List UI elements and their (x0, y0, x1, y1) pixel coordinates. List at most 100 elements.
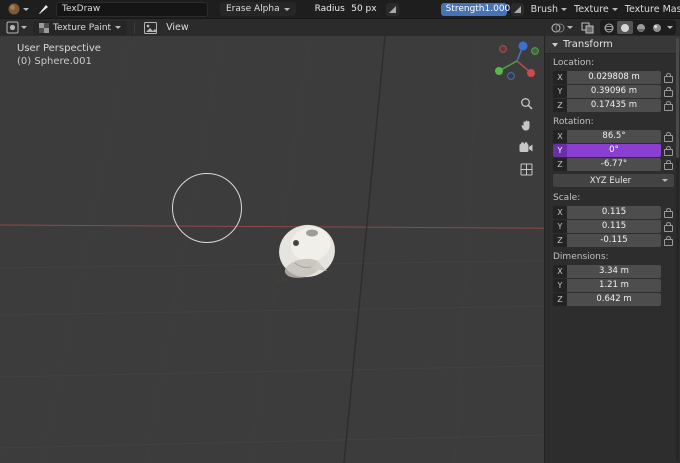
lock-toggle[interactable] (661, 86, 676, 97)
perspective-toggle-button[interactable] (518, 161, 534, 177)
camera-view-button[interactable] (518, 139, 534, 155)
value-field[interactable]: 0° (567, 144, 661, 157)
scale-x-row[interactable]: X 0.115 (553, 206, 676, 219)
location-y-row[interactable]: Y 0.39096 m (553, 85, 676, 98)
location-z-row[interactable]: Z 0.17435 m (553, 99, 676, 112)
axis-label: Z (553, 234, 567, 247)
scale-y-row[interactable]: Y 0.115 (553, 220, 676, 233)
camera-icon (519, 141, 533, 152)
panel-scrollbar[interactable] (676, 38, 679, 461)
divider (134, 21, 136, 34)
rotation-z-row[interactable]: Z -6.77° (553, 158, 676, 171)
brush-menu[interactable]: Brush (528, 1, 570, 17)
navigation-gizmo[interactable] (494, 36, 540, 82)
shading-wireframe-button[interactable] (601, 21, 617, 34)
lock-icon (664, 207, 673, 218)
viewport-controls (518, 95, 534, 177)
location-x-row[interactable]: X 0.029808 m (553, 71, 676, 84)
shading-rendered-button[interactable] (649, 21, 665, 34)
dimensions-y-row[interactable]: Y 1.21 m (553, 279, 661, 292)
texture-menu[interactable]: Texture (571, 1, 621, 17)
solid-sphere-icon (621, 23, 629, 32)
value-field[interactable]: 0.642 m (567, 293, 661, 306)
tool-name-input[interactable] (56, 1, 208, 17)
lock-icon (664, 86, 673, 97)
value-field[interactable]: 3.34 m (567, 265, 661, 278)
lock-toggle[interactable] (661, 131, 676, 142)
popover-menus: Brush Texture Texture Mask Stroke (528, 1, 680, 17)
lock-toggle[interactable] (661, 235, 676, 246)
image-slot-button[interactable] (142, 20, 159, 36)
value-field[interactable]: 0.115 (567, 220, 661, 233)
lock-toggle[interactable] (661, 159, 676, 170)
panel-collapse-icon (552, 42, 558, 47)
shading-solid-button[interactable] (617, 21, 633, 34)
chevron-down-icon (667, 26, 673, 29)
blend-mode-dropdown[interactable]: Erase Alpha (220, 2, 296, 16)
wireframe-sphere-icon (604, 23, 614, 32)
rotation-label: Rotation: (553, 117, 594, 127)
value-field[interactable]: 1.21 m (567, 279, 661, 292)
value-field[interactable]: 0.17435 m (567, 99, 661, 112)
lock-toggle[interactable] (661, 100, 676, 111)
gizmo-x-axis[interactable] (527, 69, 535, 77)
dimensions-z-row[interactable]: Z 0.642 m (553, 293, 661, 306)
zoom-button[interactable] (518, 95, 534, 111)
brush-tool-button[interactable] (35, 1, 52, 17)
dimensions-x-row[interactable]: X 3.34 m (553, 265, 661, 278)
gizmo-x-neg[interactable] (499, 45, 507, 53)
object-name-label: (0) Sphere.001 (17, 56, 92, 67)
rotation-y-row[interactable]: Y 0° (553, 144, 676, 157)
gizmo-y-neg[interactable] (531, 47, 539, 55)
n-panel: Transform Location: X 0.029808 m Y 0.390… (544, 36, 680, 463)
brush-preview-dropdown[interactable] (5, 1, 31, 17)
paint-brush-icon (39, 4, 48, 14)
radius-pressure-button[interactable] (385, 2, 399, 16)
grid-icon (520, 163, 532, 175)
shading-material-button[interactable] (633, 21, 649, 34)
value-field[interactable]: 86.5° (567, 130, 661, 143)
gizmo-y-axis[interactable] (495, 67, 503, 75)
lock-toggle[interactable] (661, 145, 676, 156)
texture-mask-menu[interactable]: Texture Mask (622, 1, 680, 17)
editor-type-button[interactable] (4, 20, 29, 36)
lock-toggle[interactable] (661, 72, 676, 83)
mode-dropdown[interactable]: Texture Paint (33, 20, 128, 35)
strength-label: Strength (445, 4, 485, 14)
transform-panel-header[interactable]: Transform (545, 36, 680, 54)
blender-window: Erase Alpha Radius 50 px Strength 1.000 … (0, 0, 680, 463)
pan-button[interactable] (518, 117, 534, 133)
value-field[interactable]: 0.115 (567, 206, 661, 219)
eye-spot (293, 240, 299, 246)
gizmo-z-neg[interactable] (507, 72, 515, 80)
xray-toggle[interactable] (579, 20, 596, 36)
axis-label: Y (553, 279, 567, 292)
rotation-mode-dropdown[interactable]: XYZ Euler (553, 174, 674, 187)
lock-toggle[interactable] (661, 221, 676, 232)
rotation-x-row[interactable]: X 86.5° (553, 130, 676, 143)
scrollbar-thumb[interactable] (676, 38, 679, 158)
view-menu[interactable]: View (163, 20, 192, 36)
chevron-down-icon (283, 7, 290, 11)
axis-label: Z (553, 99, 567, 112)
lock-icon (664, 145, 673, 156)
value-field[interactable]: -0.115 (567, 234, 661, 247)
gizmo-z-axis[interactable] (518, 41, 528, 51)
sphere-object[interactable] (265, 213, 349, 297)
texture-paint-mode-icon (39, 22, 49, 33)
brush-cursor (172, 173, 242, 243)
overlays-toggle[interactable] (549, 20, 575, 36)
radius-slider[interactable]: Radius 50 px (309, 2, 382, 16)
value-field[interactable]: 0.39096 m (567, 85, 661, 98)
image-icon (144, 21, 158, 34)
strength-pressure-button[interactable] (510, 2, 524, 16)
lock-toggle[interactable] (661, 207, 676, 218)
value-field[interactable]: -6.77° (567, 158, 661, 171)
chevron-down-icon (567, 26, 573, 29)
viewport-editor-icon (6, 21, 19, 34)
scale-z-row[interactable]: Z -0.115 (553, 234, 676, 247)
value-field[interactable]: 0.029808 m (567, 71, 661, 84)
viewport-header: Texture Paint View (0, 18, 680, 36)
strength-slider[interactable]: Strength 1.000 (440, 2, 510, 16)
overlays-icon (551, 23, 565, 32)
